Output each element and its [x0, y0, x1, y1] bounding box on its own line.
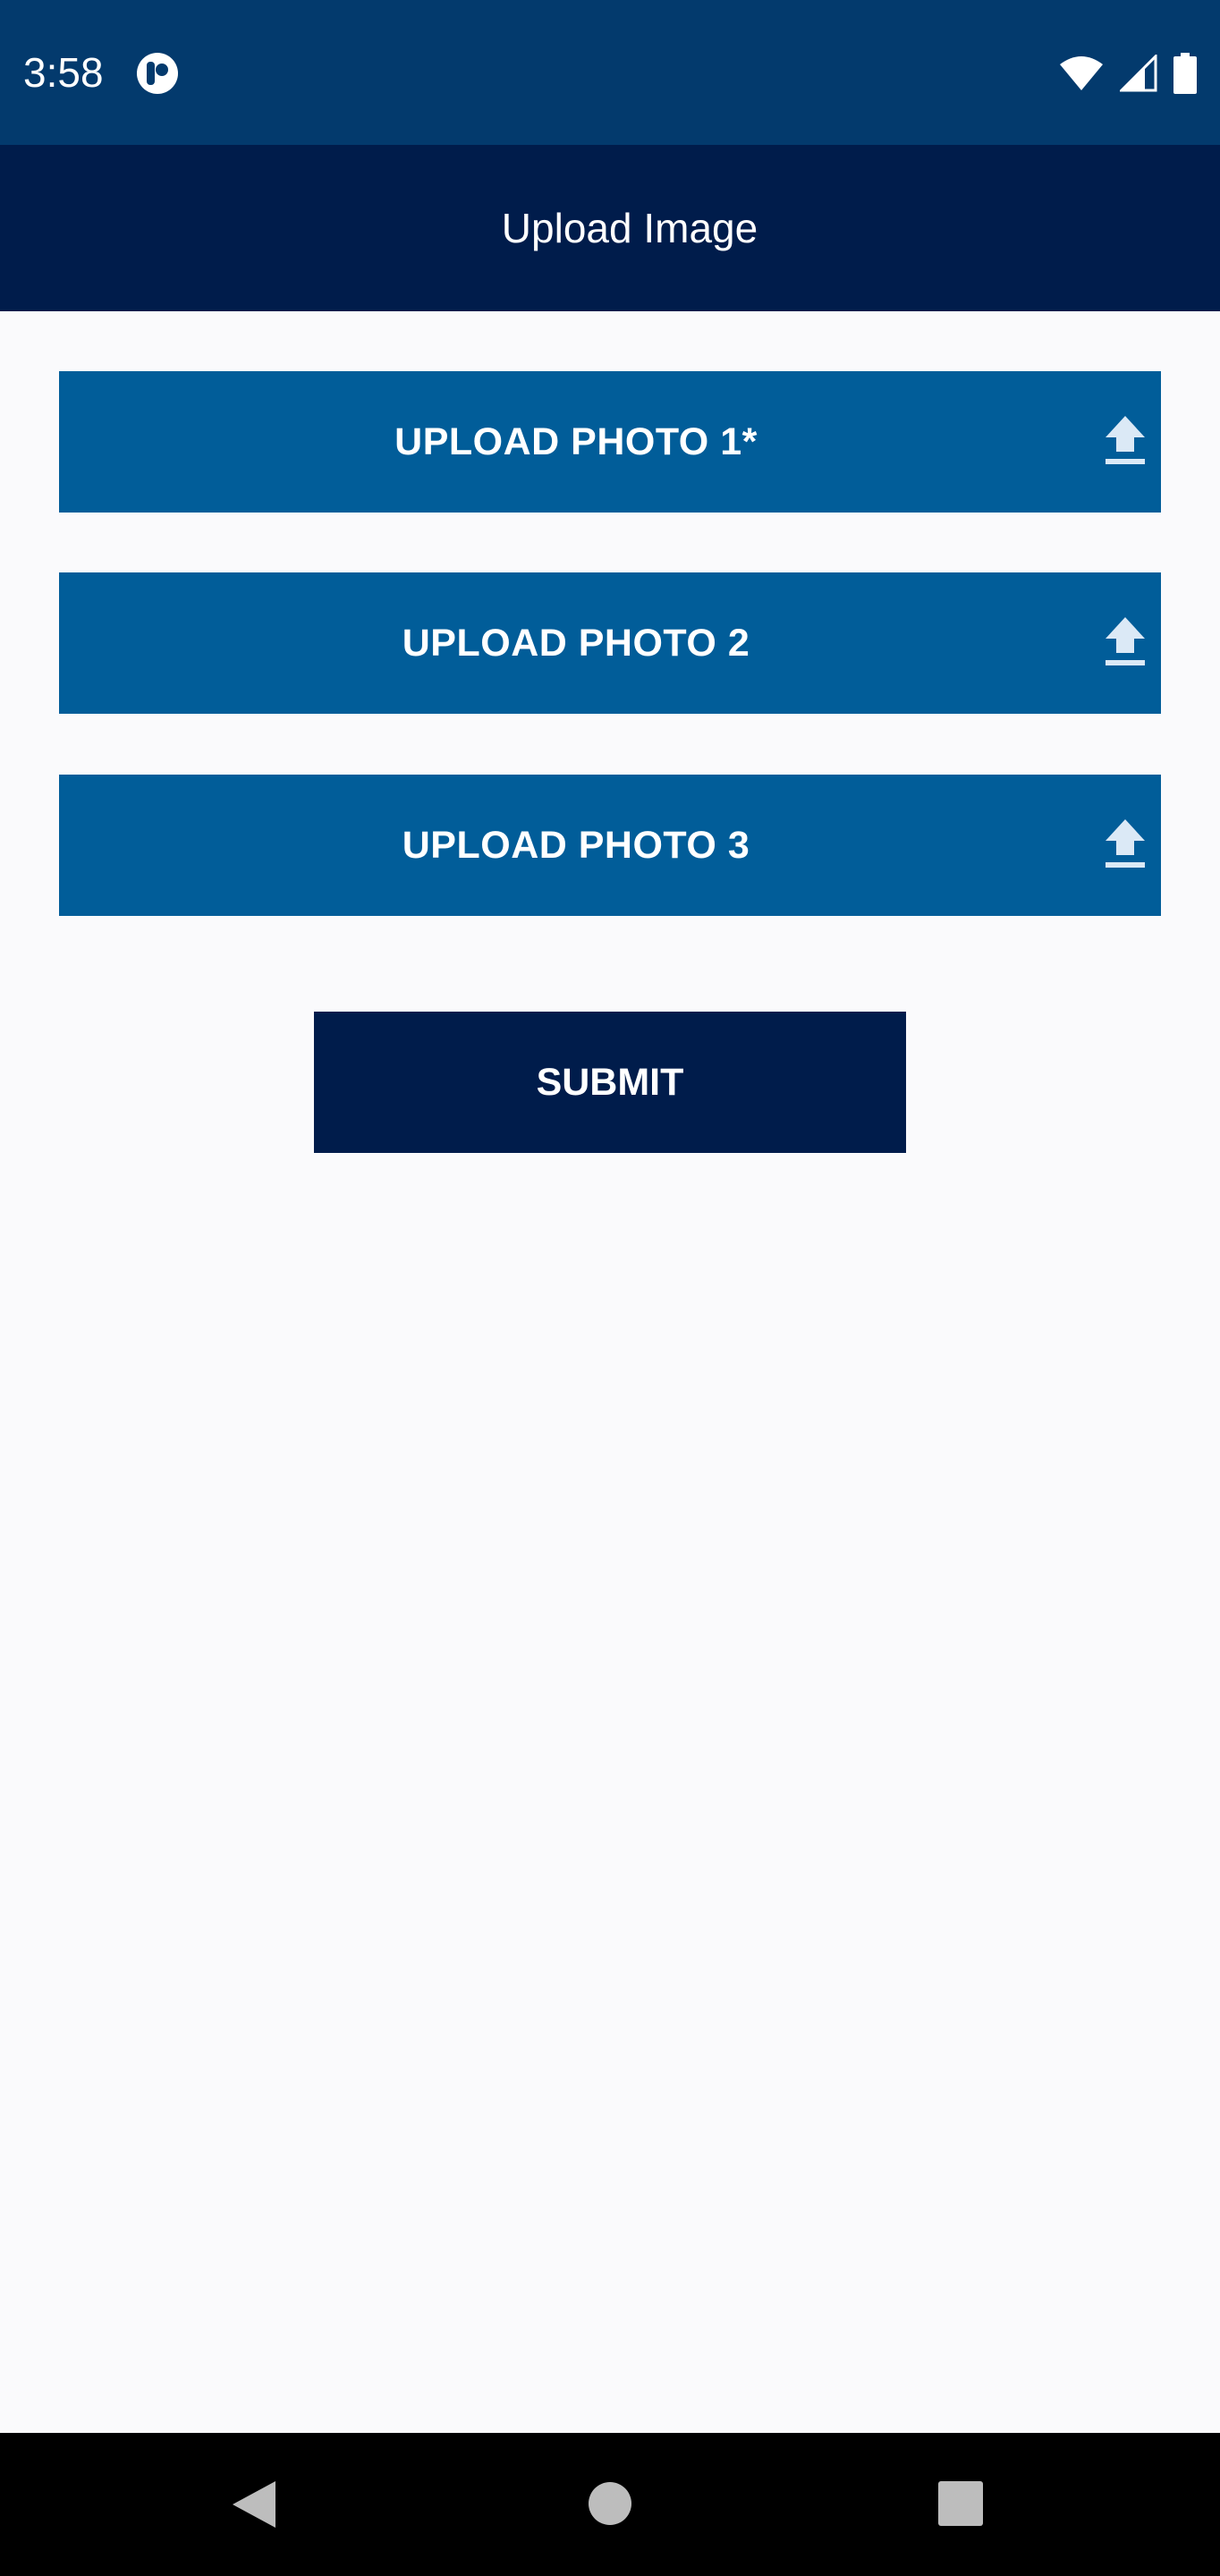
- cell-signal-icon: [1120, 55, 1157, 92]
- home-circle-icon[interactable]: [588, 2481, 632, 2526]
- app-bar: Upload Image: [0, 145, 1220, 311]
- battery-icon: [1173, 53, 1197, 94]
- page-title: Upload Image: [501, 205, 758, 251]
- upload-photo-1-label: UPLOAD PHOTO 1*: [394, 419, 758, 463]
- upload-photo-3-button[interactable]: UPLOAD PHOTO 3: [59, 775, 1161, 916]
- notification-app-icon: [137, 53, 178, 94]
- upload-icon: [1106, 617, 1145, 665]
- upload-photo-3-label: UPLOAD PHOTO 3: [402, 823, 750, 867]
- status-icons: [1059, 50, 1197, 97]
- upload-photo-2-label: UPLOAD PHOTO 2: [402, 621, 750, 665]
- submit-button[interactable]: SUBMIT: [314, 1012, 906, 1153]
- upload-icon: [1106, 819, 1145, 868]
- upload-photo-2-button[interactable]: UPLOAD PHOTO 2: [59, 572, 1161, 714]
- status-time: 3:58: [23, 49, 104, 96]
- upload-icon: [1106, 416, 1145, 464]
- upload-image-screen: 3:58 Upload Image UPLOAD PHOTO 1* UPLOAD…: [0, 0, 1220, 2576]
- upload-photo-1-button[interactable]: UPLOAD PHOTO 1*: [59, 371, 1161, 513]
- recents-square-icon[interactable]: [938, 2481, 983, 2526]
- back-triangle-icon[interactable]: [231, 2479, 277, 2529]
- status-bar: 3:58: [0, 0, 1220, 145]
- system-navigation-bar: [0, 2433, 1220, 2576]
- wifi-icon: [1060, 56, 1103, 90]
